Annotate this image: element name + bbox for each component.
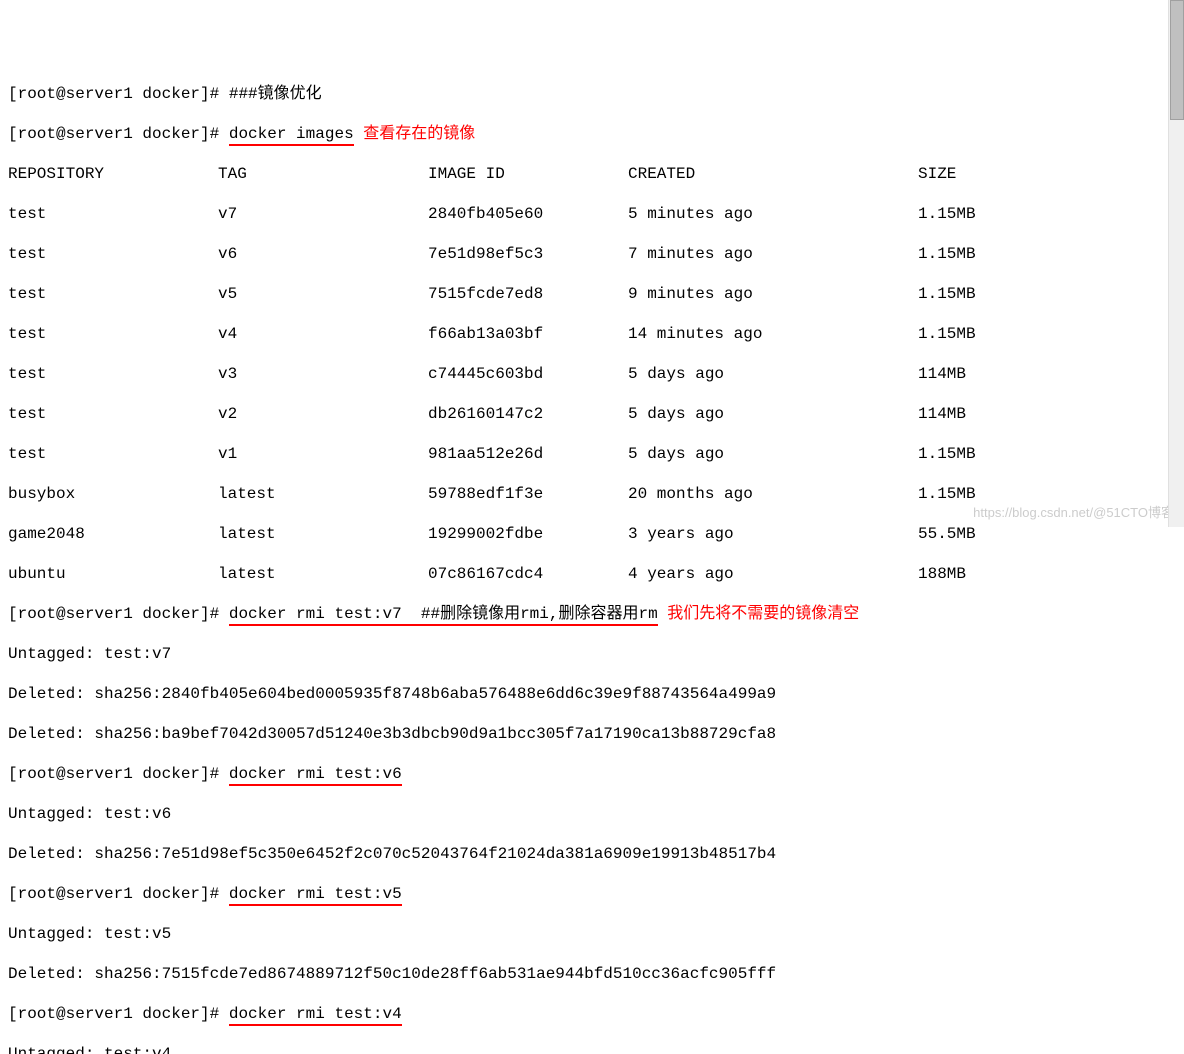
command-text: docker rmi test:v6: [229, 765, 402, 786]
table-header: REPOSITORYTAGIMAGE IDCREATEDSIZE: [8, 164, 1176, 184]
terminal-line: [root@server1 docker]# docker images 查看存…: [8, 124, 1176, 144]
table-row: testv2db26160147c25 days ago114MB: [8, 404, 1176, 424]
prompt: [root@server1 docker]#: [8, 605, 229, 623]
prompt: [root@server1 docker]#: [8, 125, 229, 143]
scrollbar[interactable]: [1168, 0, 1184, 527]
output-line: Deleted: sha256:7e51d98ef5c350e6452f2c07…: [8, 844, 1176, 864]
col-created: CREATED: [628, 164, 918, 184]
output-line: Deleted: sha256:2840fb405e604bed0005935f…: [8, 684, 1176, 704]
col-image-id: IMAGE ID: [428, 164, 628, 184]
table-row: testv57515fcde7ed89 minutes ago1.15MB: [8, 284, 1176, 304]
command-text: docker images: [229, 125, 354, 146]
output-line: Untagged: test:v7: [8, 644, 1176, 664]
output-line: Untagged: test:v4: [8, 1044, 1176, 1054]
table-row: testv4f66ab13a03bf14 minutes ago1.15MB: [8, 324, 1176, 344]
table-row: testv3c74445c603bd5 days ago114MB: [8, 364, 1176, 384]
output-line: Untagged: test:v6: [8, 804, 1176, 824]
table-row: testv1981aa512e26d5 days ago1.15MB: [8, 444, 1176, 464]
table-row: busyboxlatest59788edf1f3e20 months ago1.…: [8, 484, 1176, 504]
annotation-text: 查看存在的镜像: [354, 125, 476, 143]
prompt: [root@server1 docker]#: [8, 765, 229, 783]
col-repository: REPOSITORY: [8, 164, 218, 184]
terminal-line: [root@server1 docker]# docker rmi test:v…: [8, 884, 1176, 904]
output-line: Deleted: sha256:ba9bef7042d30057d51240e3…: [8, 724, 1176, 744]
col-tag: TAG: [218, 164, 428, 184]
terminal-line: [root@server1 docker]# docker rmi test:v…: [8, 604, 1176, 624]
table-row: testv72840fb405e605 minutes ago1.15MB: [8, 204, 1176, 224]
watermark: https://blog.csdn.net/@51CTO博客: [973, 505, 1174, 521]
output-line: Untagged: test:v5: [8, 924, 1176, 944]
terminal-line: [root@server1 docker]# ###镜像优化: [8, 84, 1176, 104]
table-row: ubuntulatest07c86167cdc44 years ago188MB: [8, 564, 1176, 584]
scrollbar-thumb[interactable]: [1170, 0, 1184, 120]
terminal-line: [root@server1 docker]# docker rmi test:v…: [8, 1004, 1176, 1024]
command-text: docker rmi test:v5: [229, 885, 402, 906]
prompt: [root@server1 docker]#: [8, 885, 229, 903]
prompt: [root@server1 docker]#: [8, 1005, 229, 1023]
command-text: docker rmi test:v7 ##删除镜像用rmi,删除容器用rm: [229, 605, 658, 626]
annotation-text: 我们先将不需要的镜像清空: [658, 605, 860, 623]
col-size: SIZE: [918, 164, 956, 184]
table-row: game2048latest19299002fdbe3 years ago55.…: [8, 524, 1176, 544]
output-line: Deleted: sha256:7515fcde7ed8674889712f50…: [8, 964, 1176, 984]
terminal-line: [root@server1 docker]# docker rmi test:v…: [8, 764, 1176, 784]
prompt: [root@server1 docker]#: [8, 85, 229, 103]
table-row: testv67e51d98ef5c37 minutes ago1.15MB: [8, 244, 1176, 264]
command-text: docker rmi test:v4: [229, 1005, 402, 1026]
command-text: ###镜像优化: [229, 85, 322, 103]
